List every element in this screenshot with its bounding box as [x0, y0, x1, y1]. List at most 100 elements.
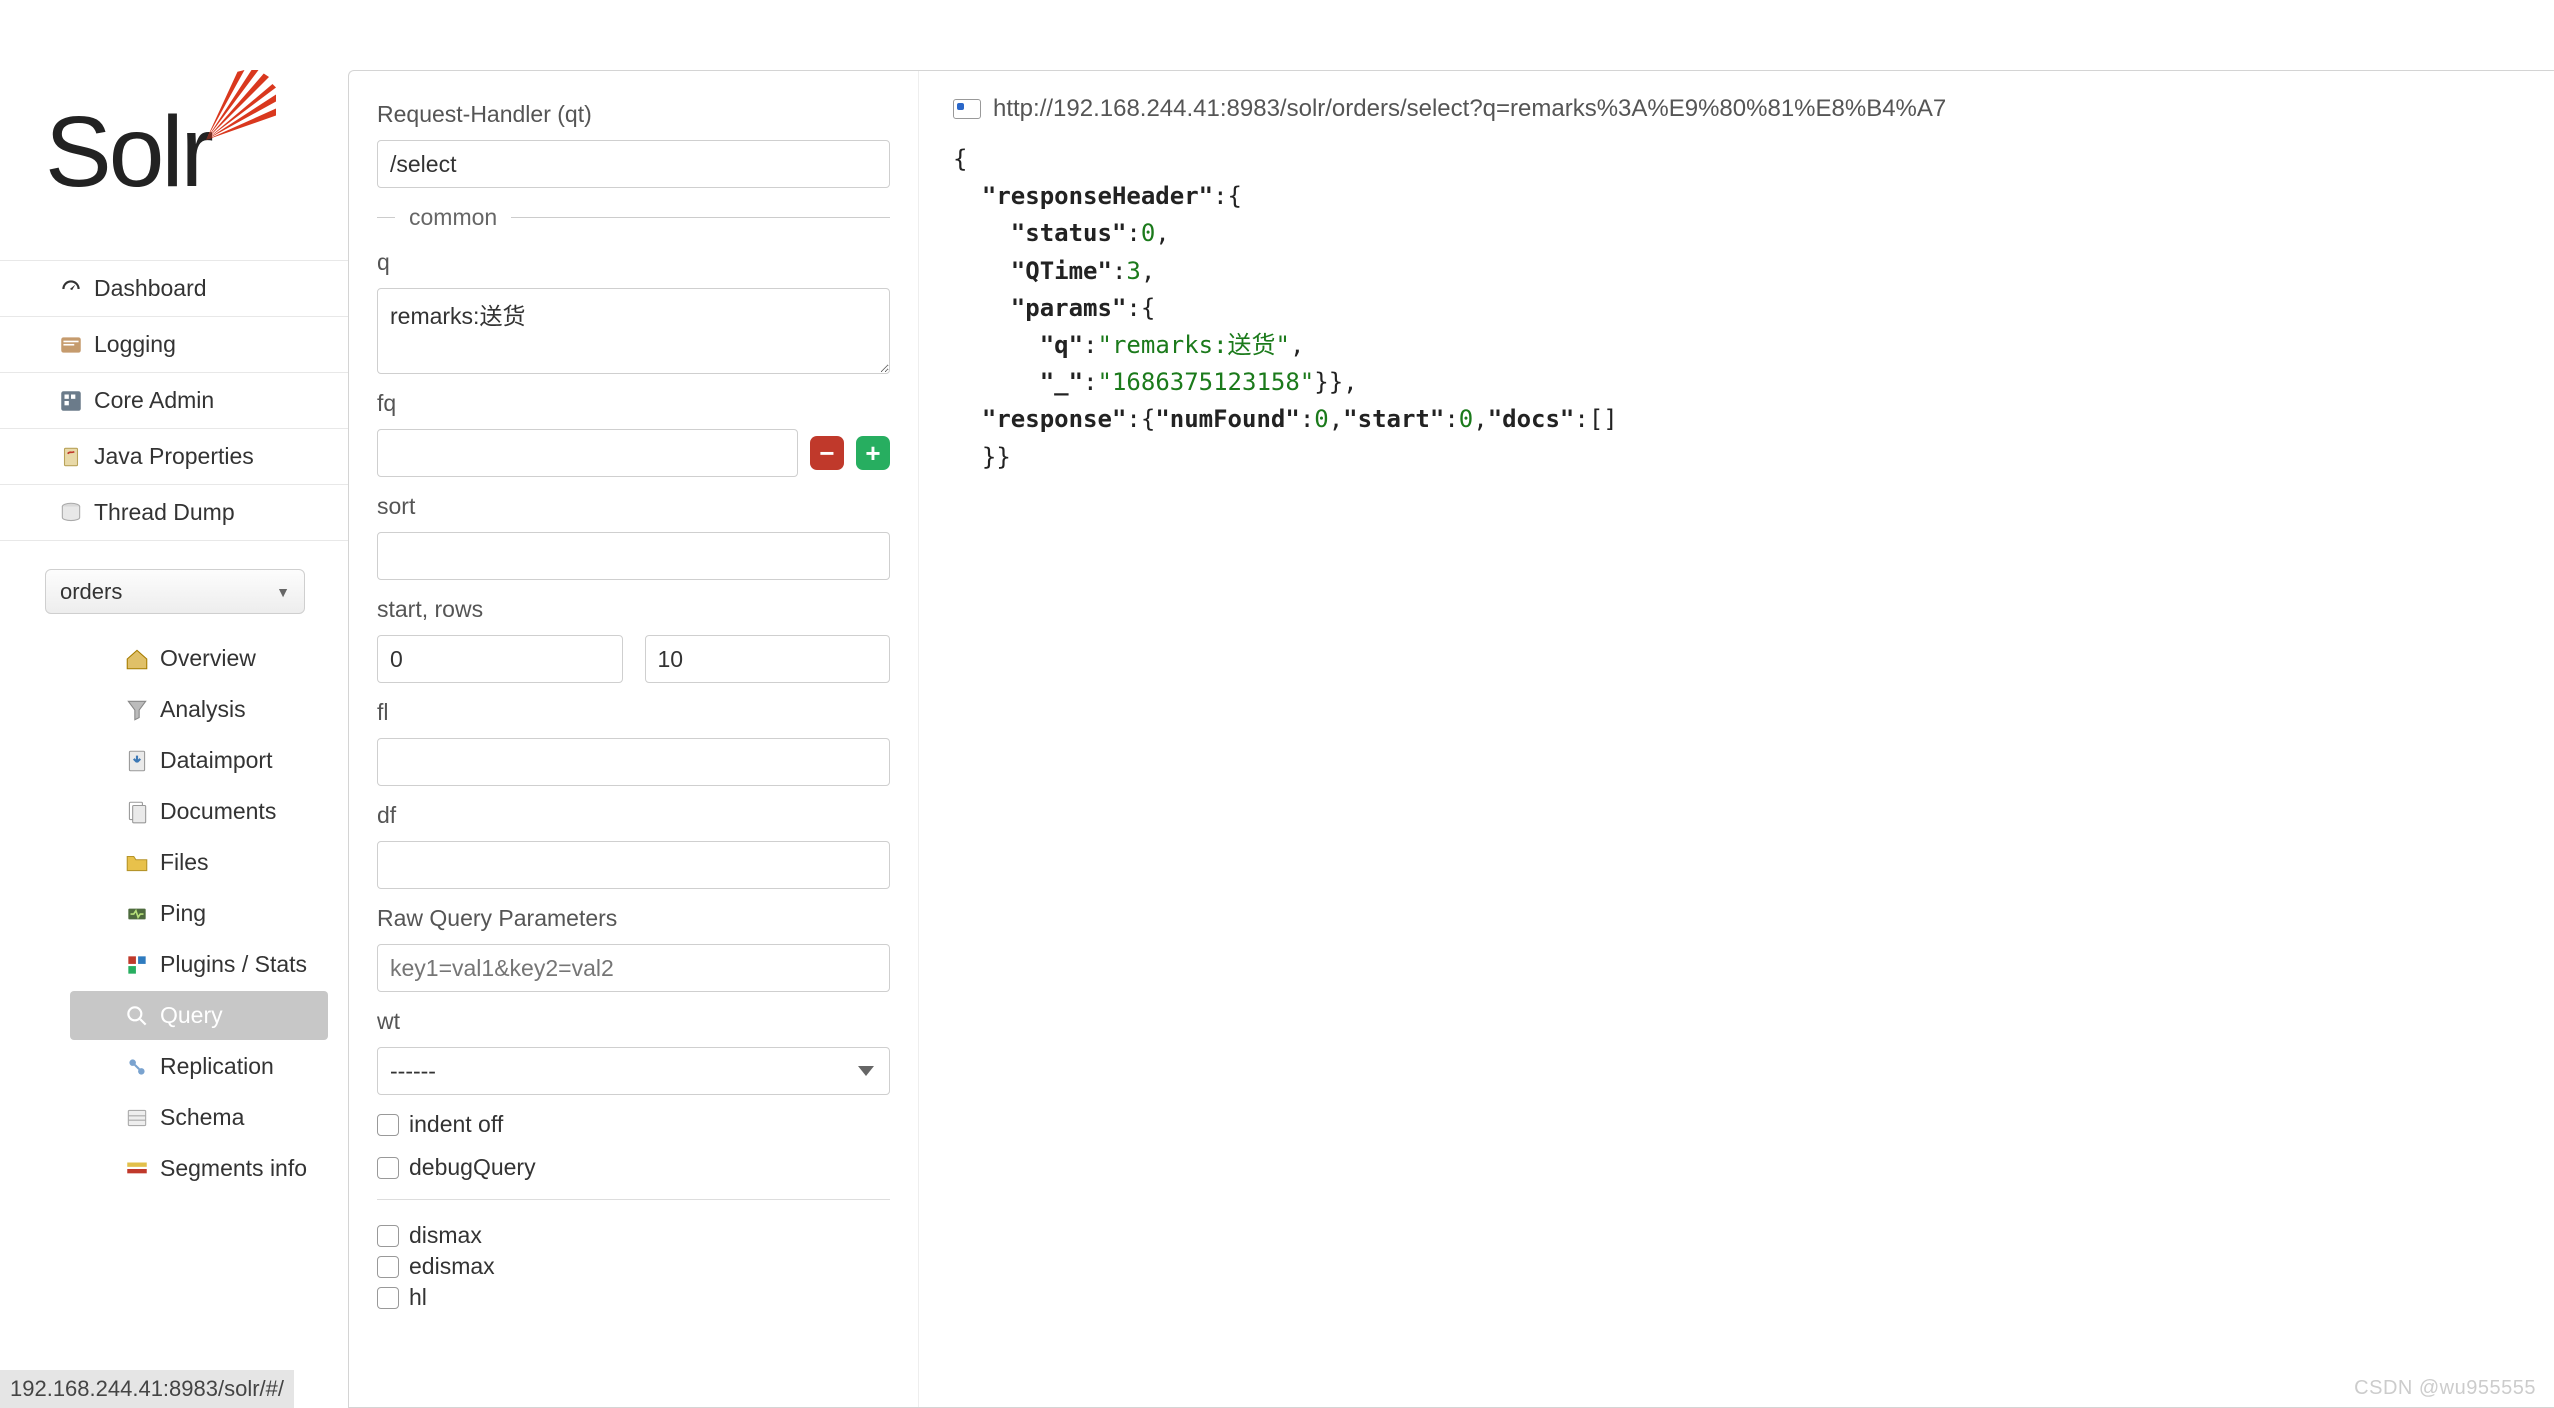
core-select-wrap: orders ▼	[0, 541, 348, 632]
core-select-value: orders	[60, 579, 122, 605]
hl-label: hl	[409, 1284, 427, 1311]
startrows-label: start, rows	[377, 596, 890, 623]
ping-icon	[124, 901, 150, 927]
sort-label: sort	[377, 493, 890, 520]
nav-label: Java Properties	[94, 443, 254, 470]
nav-item-thread-dump[interactable]: Thread Dump	[0, 485, 348, 541]
plugins-icon	[124, 952, 150, 978]
indent-label: indent off	[409, 1111, 503, 1138]
nav-label: Dashboard	[94, 275, 207, 302]
logo-sunburst-icon	[206, 70, 276, 140]
fq-label: fq	[377, 390, 890, 417]
watermark: CSDN @wu955555	[2354, 1377, 2536, 1400]
dashboard-icon	[58, 276, 84, 302]
java-props-icon	[58, 444, 84, 470]
fl-input[interactable]	[377, 738, 890, 786]
result-json: { "responseHeader":{ "status":0, "QTime"…	[953, 141, 2520, 476]
logo: Solr	[45, 70, 276, 190]
sub-label: Ping	[160, 900, 206, 927]
replication-icon	[124, 1054, 150, 1080]
sub-item-query[interactable]: Query	[70, 991, 328, 1040]
fq-input[interactable]	[377, 429, 798, 477]
common-legend[interactable]: common	[377, 204, 890, 231]
sub-item-analysis[interactable]: Analysis	[70, 685, 328, 734]
rows-input[interactable]	[645, 635, 891, 683]
dismax-label: dismax	[409, 1222, 482, 1249]
fq-add-button[interactable]: +	[856, 436, 890, 470]
edismax-checkbox[interactable]	[377, 1256, 399, 1278]
q-label: q	[377, 249, 890, 276]
query-form: Request-Handler (qt) common q remarks:送货…	[349, 71, 919, 1407]
sub-label: Query	[160, 1002, 223, 1029]
result-url-link[interactable]: http://192.168.244.41:8983/solr/orders/s…	[993, 95, 1946, 123]
debug-label: debugQuery	[409, 1154, 536, 1181]
core-admin-icon	[58, 388, 84, 414]
house-icon	[124, 646, 150, 672]
raw-label: Raw Query Parameters	[377, 905, 890, 932]
core-select[interactable]: orders ▼	[45, 569, 305, 614]
df-label: df	[377, 802, 890, 829]
sub-label: Plugins / Stats	[160, 951, 307, 978]
core-sub-nav: Overview Analysis Dataimport Documents F…	[0, 634, 348, 1193]
sub-label: Files	[160, 849, 209, 876]
nav-item-logging[interactable]: Logging	[0, 317, 348, 373]
q-input[interactable]: remarks:送货	[377, 288, 890, 374]
nav-item-dashboard[interactable]: Dashboard	[0, 261, 348, 317]
folder-icon	[124, 850, 150, 876]
funnel-icon	[124, 697, 150, 723]
debug-checkbox[interactable]	[377, 1157, 399, 1179]
wt-select[interactable]: ------	[377, 1047, 890, 1095]
nav-item-java-props[interactable]: Java Properties	[0, 429, 348, 485]
sub-item-replication[interactable]: Replication	[70, 1042, 328, 1091]
result-url-bar: http://192.168.244.41:8983/solr/orders/s…	[953, 95, 2520, 123]
url-icon	[953, 99, 981, 119]
sub-item-documents[interactable]: Documents	[70, 787, 328, 836]
segments-icon	[124, 1156, 150, 1182]
qt-input[interactable]	[377, 140, 890, 188]
qt-label: Request-Handler (qt)	[377, 101, 890, 128]
sub-item-segments-info[interactable]: Segments info	[70, 1144, 328, 1193]
logging-icon	[58, 332, 84, 358]
thread-dump-icon	[58, 500, 84, 526]
dataimport-icon	[124, 748, 150, 774]
search-icon	[124, 1003, 150, 1029]
start-input[interactable]	[377, 635, 623, 683]
fq-remove-button[interactable]: −	[810, 436, 844, 470]
df-input[interactable]	[377, 841, 890, 889]
sub-item-overview[interactable]: Overview	[70, 634, 328, 683]
dismax-checkbox[interactable]	[377, 1225, 399, 1247]
app-root: Solr Dashboard	[0, 0, 2554, 1408]
sub-label: Overview	[160, 645, 256, 672]
fl-label: fl	[377, 699, 890, 726]
indent-checkbox[interactable]	[377, 1114, 399, 1136]
sub-label: Analysis	[160, 696, 246, 723]
nav-label: Logging	[94, 331, 176, 358]
sidebar: Solr Dashboard	[0, 0, 348, 1408]
sort-input[interactable]	[377, 532, 890, 580]
result-area: http://192.168.244.41:8983/solr/orders/s…	[919, 71, 2554, 1407]
documents-icon	[124, 799, 150, 825]
sub-item-files[interactable]: Files	[70, 838, 328, 887]
sub-item-plugins-stats[interactable]: Plugins / Stats	[70, 940, 328, 989]
nav-label: Thread Dump	[94, 499, 235, 526]
common-legend-label: common	[409, 204, 497, 231]
sub-label: Replication	[160, 1053, 274, 1080]
sub-item-dataimport[interactable]: Dataimport	[70, 736, 328, 785]
sub-label: Schema	[160, 1104, 244, 1131]
sub-item-schema[interactable]: Schema	[70, 1093, 328, 1142]
sub-label: Dataimport	[160, 747, 272, 774]
chevron-down-icon: ▼	[276, 584, 290, 600]
nav-label: Core Admin	[94, 387, 214, 414]
status-bar-url: 192.168.244.41:8983/solr/#/	[0, 1370, 294, 1408]
wt-label: wt	[377, 1008, 890, 1035]
nav-item-core-admin[interactable]: Core Admin	[0, 373, 348, 429]
edismax-label: edismax	[409, 1253, 495, 1280]
schema-icon	[124, 1105, 150, 1131]
sub-item-ping[interactable]: Ping	[70, 889, 328, 938]
nav-list: Dashboard Logging Core Admin Java Proper…	[0, 260, 348, 541]
raw-input[interactable]	[377, 944, 890, 992]
hl-checkbox[interactable]	[377, 1287, 399, 1309]
main-panel: Request-Handler (qt) common q remarks:送货…	[348, 70, 2554, 1408]
logo-text: Solr	[45, 115, 211, 190]
divider	[377, 1199, 890, 1200]
